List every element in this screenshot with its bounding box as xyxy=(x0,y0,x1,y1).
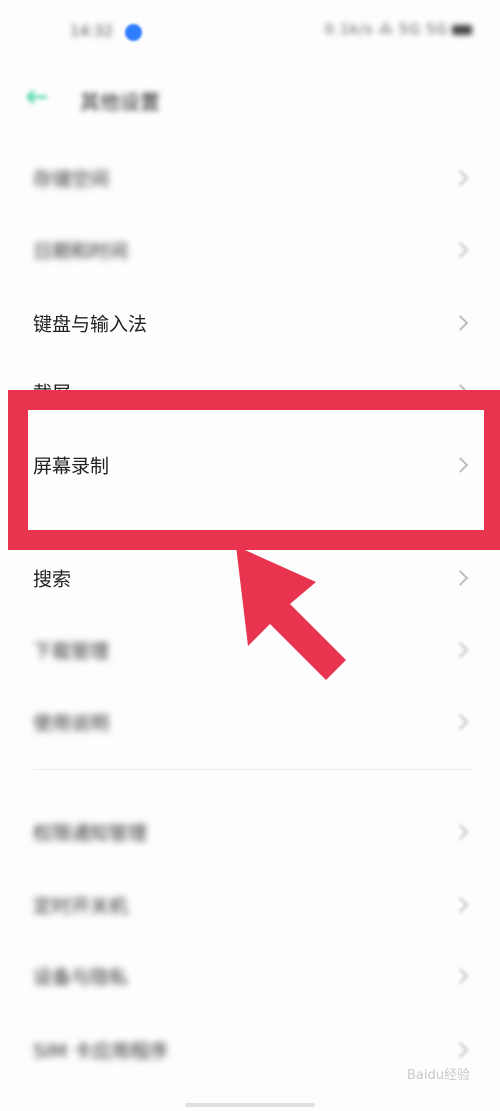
chevron-right-icon xyxy=(452,642,469,658)
battery-icon xyxy=(452,25,472,35)
menu-item-storage[interactable]: 存储空间 xyxy=(0,148,500,208)
menu-item-device-privacy[interactable]: 设备与隐私 xyxy=(0,946,500,1006)
menu-item-keyboard[interactable]: 键盘与输入法 xyxy=(0,293,500,353)
chevron-right-icon xyxy=(452,1042,469,1058)
menu-item-label: SIM 卡应用程序 xyxy=(33,1040,169,1063)
status-indicators: 0.1k/s ⁂ 5G 5G xyxy=(325,22,472,38)
chevron-right-icon xyxy=(452,968,469,984)
chevron-right-icon xyxy=(452,170,469,186)
settings-screen: 14:32 0.1k/s ⁂ 5G 5G 其他设置 存储空间 日期和时间 键盘与… xyxy=(0,0,500,1111)
highlight-box-annotation xyxy=(8,390,500,550)
chevron-right-icon xyxy=(452,570,469,586)
page-header: 其他设置 xyxy=(0,70,500,130)
menu-item-label: 设备与隐私 xyxy=(33,966,129,989)
watermark: Baidu经验 xyxy=(407,1068,470,1083)
chevron-right-icon xyxy=(452,714,469,730)
chevron-right-icon xyxy=(452,315,469,331)
status-signal-text: 0.1k/s ⁂ 5G 5G xyxy=(324,22,448,38)
chevron-right-icon xyxy=(452,897,469,913)
menu-item-label: 搜索 xyxy=(33,568,72,591)
menu-item-label: 定时开关机 xyxy=(33,895,129,918)
status-time: 14:32 xyxy=(70,22,114,40)
menu-item-downloads[interactable]: 下载管理 xyxy=(0,620,500,680)
status-bar: 14:32 0.1k/s ⁂ 5G 5G xyxy=(0,0,500,60)
menu-item-scheduled-power[interactable]: 定时开关机 xyxy=(0,875,500,935)
menu-item-label: 键盘与输入法 xyxy=(33,313,148,336)
back-arrow-icon[interactable] xyxy=(26,90,48,104)
menu-item-search[interactable]: 搜索 xyxy=(0,548,500,608)
menu-item-label: 使用说明 xyxy=(33,712,110,735)
menu-item-label: 存储空间 xyxy=(33,168,110,191)
page-title: 其他设置 xyxy=(80,90,160,114)
notification-dot-icon xyxy=(125,24,142,41)
menu-item-date-time[interactable]: 日期和时间 xyxy=(0,220,500,280)
section-divider xyxy=(33,769,473,770)
home-indicator[interactable] xyxy=(185,1103,315,1107)
menu-item-label: 下载管理 xyxy=(33,640,110,663)
menu-item-label: 日期和时间 xyxy=(33,240,129,263)
menu-item-label: 权限通知管理 xyxy=(33,822,148,845)
chevron-right-icon xyxy=(452,242,469,258)
menu-item-instructions[interactable]: 使用说明 xyxy=(0,692,500,752)
chevron-right-icon xyxy=(452,824,469,840)
menu-item-permissions[interactable]: 权限通知管理 xyxy=(0,802,500,862)
